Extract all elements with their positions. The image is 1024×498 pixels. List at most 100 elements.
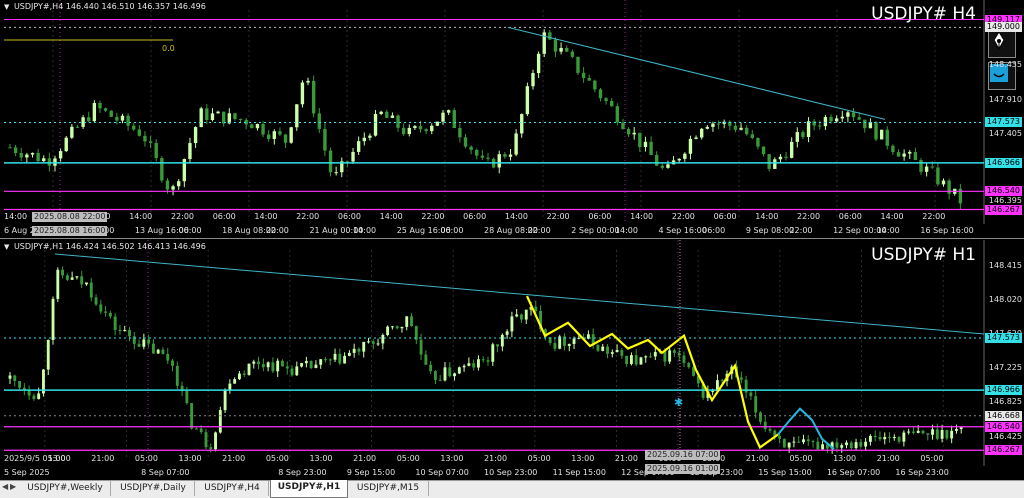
candle-body [233,379,237,384]
h1-chart-pane[interactable]: ✱ ▼ USDJPY#,H1 146.424 146.502 146.413 1… [0,240,1024,480]
time-axis-label-upper: 21:00 [222,454,246,463]
tab-scroll-right-icon[interactable]: ▶ [10,482,16,491]
candle-body [610,352,614,354]
candle-body [763,421,767,429]
candle-body [806,439,810,442]
time-axis-label-upper: 14:00 [129,212,153,221]
candle-body [433,371,437,380]
candle-body [143,135,147,142]
time-axis-label-upper: 13:00 [833,454,857,463]
candle-body [720,380,724,382]
chart-tab[interactable]: USDJPY#,Daily [112,481,195,496]
candle-body [660,165,665,168]
candle-body [531,73,535,87]
time-axis-label: 22:00 [789,226,813,235]
candle-body [334,172,338,174]
candle-body [896,152,901,157]
time-axis-label-upper: 14:00 [254,212,278,221]
candle-body [405,316,409,327]
candle-body [435,121,440,126]
candle-body [410,316,413,327]
candle-body [347,352,351,356]
candle-body [58,151,63,159]
candle-body [644,356,648,358]
candle-body [629,355,633,365]
price-axis-label: 147.225 [988,362,1022,372]
candle-body [418,126,423,130]
candle-body [128,329,131,337]
chart-area[interactable]: ▼ USDJPY#,H4 146.440 146.510 146.357 146… [0,0,1024,480]
candle-body [908,151,912,154]
candle-body [916,430,920,433]
candle-body [283,134,288,143]
candle-body [333,353,337,360]
candle-body [103,108,108,111]
candle-body [424,129,428,132]
candle-body [639,357,643,365]
candle-body [30,152,35,155]
chart-tab[interactable]: USDJPY#,H1 [270,480,348,498]
candle-body [161,349,165,354]
h4-time-axis[interactable]: 6 Aug 202514:0013 Aug 16:0006:0018 Aug 0… [0,212,984,238]
candle-body [749,392,753,397]
h1-ohlc-values: 146.424 146.502 146.413 146.496 [65,242,206,251]
time-axis-label: 2 Sep 00:00 [571,226,620,235]
candle-body [935,429,939,439]
h4-price-axis[interactable]: 149.117 149.000 148.435 147.910 147.573 147.4… [984,0,1024,238]
candle-body [565,47,569,52]
h4-chart-canvas[interactable] [0,0,1024,238]
candle-body [632,132,636,135]
chart-tab[interactable]: USDJPY#,H4 [196,481,269,496]
candle-body [343,355,347,364]
h1-price-axis[interactable]: 148.415148.020147.620147.573147.225146.9… [984,240,1024,480]
price-axis-label: 146.966 [984,385,1022,396]
collapse-arrow-icon[interactable]: ▼ [4,3,9,11]
candle-body [42,158,46,162]
candle-body [570,51,575,57]
trendline [54,253,985,335]
candle-body [940,430,944,439]
candle-body [477,359,480,368]
candle-body [596,344,600,351]
price-axis-label: 147.573 [984,117,1022,128]
h4-chart-pane[interactable]: ▼ USDJPY#,H4 146.440 146.510 146.357 146… [0,0,1024,239]
candle-body [304,360,308,364]
time-axis-label-upper: 05:00 [527,454,551,463]
candle-body [754,396,758,413]
candle-body [194,428,198,430]
candle-body [911,431,915,433]
time-axis-label-upper: 05:00 [920,454,944,463]
candle-body [154,142,158,159]
candle-body [75,126,80,128]
tab-scroll-left-icon[interactable]: ◀ [2,482,8,491]
candle-body [338,353,342,364]
candle-body [317,113,321,129]
chart-tab[interactable]: USDJPY#,Weekly [20,481,111,496]
candle-body [666,164,670,168]
collapse-arrow-icon[interactable]: ▼ [4,243,9,251]
candle-body [345,161,350,163]
candle-body [784,156,788,158]
candle-body [261,364,265,368]
candle-body [744,127,749,135]
candle-body [959,427,963,430]
h1-chart-canvas[interactable]: ✱ [0,240,1024,480]
candle-body [285,366,289,369]
candle-body [113,316,117,330]
candle-body [458,128,462,138]
h1-time-axis[interactable]: 5 Sep 2025 8 Sep 07:00 8 Sep 23:00 9 Sep 15… [0,454,984,480]
candle-body [13,147,18,154]
candle-body [441,112,445,122]
candle-body [534,306,538,312]
time-axis-label-upper: 22:00 [797,212,821,221]
time-axis-label: 9 Sep 15:00 [346,468,396,477]
candle-body [816,441,820,450]
candle-body [98,103,102,109]
candle-body [615,106,620,123]
candle-body [108,312,112,317]
candle-body [823,117,828,127]
price-axis-label: 148.415 [988,260,1022,270]
chart-tab[interactable]: USDJPY#,M15 [348,481,429,496]
time-axis-label: 11 Sep 15:00 [552,468,606,477]
candle-body [177,181,181,187]
